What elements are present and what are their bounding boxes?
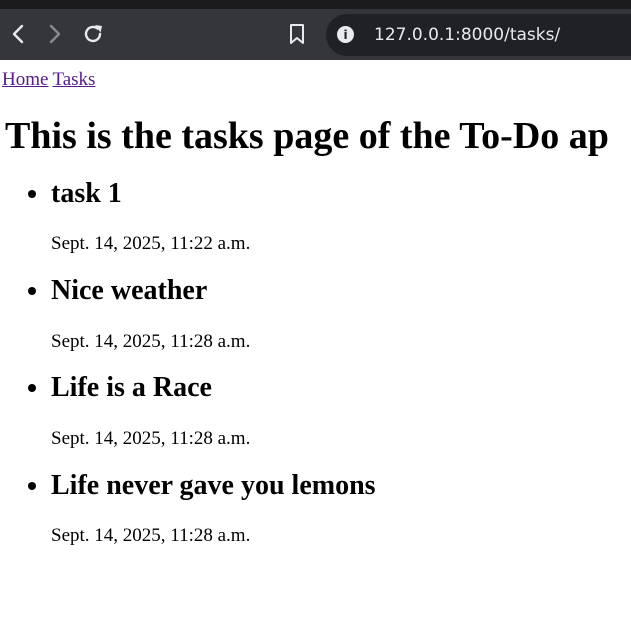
task-item: task 1 Sept. 14, 2025, 11:22 a.m. [51, 177, 631, 256]
info-icon[interactable]: i [337, 26, 354, 43]
task-date: Sept. 14, 2025, 11:28 a.m. [51, 428, 251, 450]
address-bar[interactable]: i 127.0.0.1:8000/tasks/ [326, 14, 631, 56]
nav-links: Home Tasks [2, 69, 631, 91]
task-title: Life never gave you lemons [51, 469, 376, 501]
task-date: Sept. 14, 2025, 11:22 a.m. [51, 233, 251, 255]
forward-button[interactable] [41, 20, 69, 48]
home-link[interactable]: Home [2, 69, 48, 90]
task-list: task 1 Sept. 14, 2025, 11:22 a.m. Nice w… [2, 177, 631, 549]
reload-button[interactable] [79, 20, 107, 48]
bookmark-icon [290, 24, 304, 44]
forward-arrow-icon [49, 24, 61, 44]
task-item: Life never gave you lemons Sept. 14, 202… [51, 469, 631, 548]
task-item: Life is a Race Sept. 14, 2025, 11:28 a.m… [51, 371, 631, 450]
bookmark-button[interactable] [283, 20, 311, 48]
page-title: This is the tasks page of the To-Do ap [5, 115, 609, 157]
back-arrow-icon [12, 24, 24, 44]
page-content: Home Tasks This is the tasks page of the… [0, 60, 631, 548]
reload-icon [84, 25, 102, 43]
task-title: Nice weather [51, 275, 208, 307]
tasks-link[interactable]: Tasks [52, 69, 95, 90]
task-date: Sept. 14, 2025, 11:28 a.m. [51, 525, 251, 547]
task-title: Life is a Race [51, 372, 212, 404]
url-text[interactable]: 127.0.0.1:8000/tasks/ [374, 25, 560, 45]
task-title: task 1 [51, 177, 122, 209]
task-item: Nice weather Sept. 14, 2025, 11:28 a.m. [51, 274, 631, 353]
browser-toolbar: i 127.0.0.1:8000/tasks/ [0, 9, 631, 60]
back-button[interactable] [4, 20, 32, 48]
task-date: Sept. 14, 2025, 11:28 a.m. [51, 330, 251, 352]
window-top-strip [0, 0, 631, 9]
